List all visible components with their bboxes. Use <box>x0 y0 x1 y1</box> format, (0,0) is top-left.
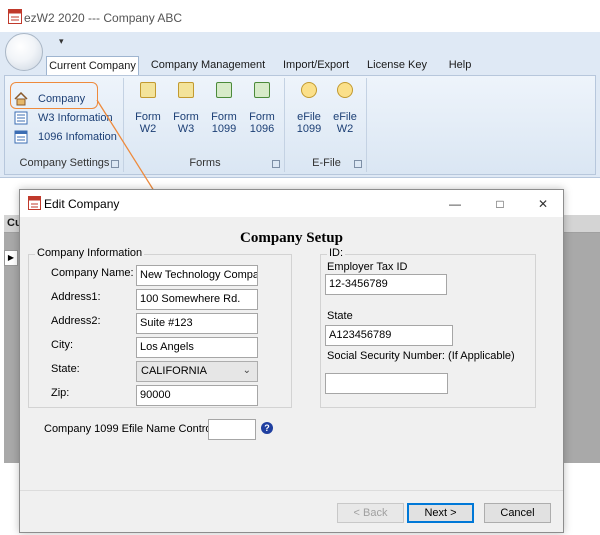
company-name-field[interactable]: New Technology Company <box>136 265 258 286</box>
state-dropdown[interactable]: CALIFORNIA ⌄ <box>136 361 258 382</box>
state-id-field[interactable]: A123456789 <box>325 325 453 346</box>
zip-label: Zip: <box>51 387 70 399</box>
maximize-button[interactable]: □ <box>485 194 515 214</box>
back-button[interactable]: < Back <box>337 503 404 523</box>
next-button[interactable]: Next > <box>407 503 474 523</box>
cancel-button[interactable]: Cancel <box>484 503 551 523</box>
state-id-label: State <box>327 310 353 322</box>
ssn-label: Social Security Number: (If Applicable) <box>327 350 515 362</box>
dialog-button-bar <box>20 490 563 532</box>
page-title: Company Setup <box>240 230 343 246</box>
help-icon[interactable]: ? <box>261 422 273 434</box>
dialog-title: Edit Company <box>44 197 120 211</box>
ssn-field[interactable] <box>325 373 448 394</box>
city-label: City: <box>51 339 73 351</box>
state-label: State: <box>51 363 80 375</box>
chevron-down-icon: ⌄ <box>242 365 251 376</box>
app-logo-icon <box>28 196 41 210</box>
minimize-button[interactable]: — <box>440 194 470 214</box>
employer-tax-id-label: Employer Tax ID <box>327 261 408 273</box>
company-name-label: Company Name: <box>51 267 134 279</box>
address1-field[interactable]: 100 Somewhere Rd. <box>136 289 258 310</box>
group-legend: ID: <box>327 247 346 259</box>
zip-field[interactable]: 90000 <box>136 385 258 406</box>
address2-label: Address2: <box>51 315 101 327</box>
efile-name-control-field[interactable] <box>208 419 256 440</box>
efile-name-control-label: Company 1099 Efile Name Control: <box>44 423 218 435</box>
employer-tax-id-field[interactable]: 12-3456789 <box>325 274 447 295</box>
state-dropdown-value: CALIFORNIA <box>141 365 208 377</box>
group-legend: Company Information <box>35 247 145 259</box>
city-field[interactable]: Los Angels <box>136 337 258 358</box>
address2-field[interactable]: Suite #123 <box>136 313 258 334</box>
close-button[interactable]: ✕ <box>528 194 558 214</box>
address1-label: Address1: <box>51 291 101 303</box>
edit-company-dialog: Edit Company — □ ✕ Company Setup Company… <box>19 189 564 533</box>
